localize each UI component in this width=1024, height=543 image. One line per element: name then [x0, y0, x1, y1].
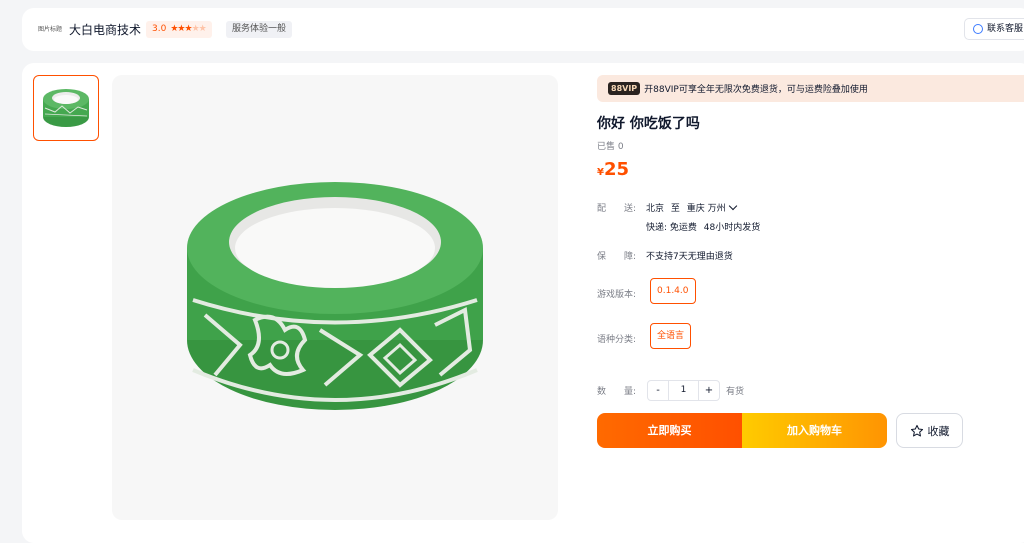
- favorite-label: 收藏: [927, 424, 950, 438]
- star-icon: ★: [191, 24, 200, 34]
- delivery-destination-label: 重庆 万州: [686, 204, 726, 214]
- product-thumbnail[interactable]: [33, 75, 99, 141]
- star-icon: ★: [198, 24, 207, 34]
- star-outline-icon: [910, 424, 923, 436]
- vip-banner[interactable]: 88VIP 开88VIP可享全年无限次免费退货，可与运费险叠加使用: [597, 75, 1024, 102]
- contact-service-button[interactable]: 联系客服: [964, 18, 1024, 40]
- product-price: ¥25: [597, 159, 629, 180]
- sold-count: 已售 0: [597, 142, 624, 152]
- vip-badge: 88VIP: [608, 82, 641, 95]
- tape-roll-image: [187, 181, 483, 410]
- delivery-shipping: 快递: 免运费 48小时内发货: [646, 220, 760, 233]
- headset-icon: [973, 24, 983, 34]
- shop-logo[interactable]: 图片标题: [38, 24, 62, 33]
- star-icon: ★: [184, 24, 192, 34]
- quantity-label: 数 量:: [597, 387, 637, 397]
- rating-stars: ★★★★★: [170, 21, 207, 38]
- favorite-button[interactable]: 收藏: [896, 413, 963, 448]
- service-tag: 服务体验一般: [226, 21, 293, 38]
- guarantee-value: 不支持7天无理由退货: [646, 252, 733, 262]
- language-option-button[interactable]: 全语言: [650, 323, 692, 349]
- shop-rating: 3.0 ★★★★★: [146, 21, 212, 38]
- delivery-destination[interactable]: 重庆 万州: [686, 201, 737, 214]
- quantity-input[interactable]: 1: [668, 381, 699, 400]
- tape-thumbnail-image: [43, 89, 89, 127]
- price-value: 25: [603, 159, 630, 180]
- dispatch-time: 48小时内发货: [703, 223, 761, 233]
- shipping-fee: 快递: 免运费: [646, 223, 697, 233]
- buy-now-button[interactable]: 立即购买: [597, 413, 742, 448]
- delivery-label: 配 送:: [597, 204, 637, 214]
- language-label: 语种分类:: [597, 335, 637, 345]
- vip-text: 开88VIP可享全年无限次免费退货，可与运费险叠加使用: [644, 85, 868, 95]
- delivery-to-word: 至: [670, 204, 680, 214]
- contact-service-label: 联系客服: [987, 24, 1024, 34]
- quantity-plus-button[interactable]: +: [699, 381, 719, 400]
- rating-score: 3.0: [152, 24, 167, 34]
- product-main-image[interactable]: [112, 75, 558, 520]
- purchase-buttons: 立即购买 加入购物车: [597, 413, 887, 448]
- delivery-from: 北京: [646, 204, 665, 214]
- chevron-down-icon: [728, 201, 737, 211]
- shop-name[interactable]: 大白电商技术: [69, 21, 141, 38]
- delivery-route: 北京 至 重庆 万州: [646, 201, 737, 214]
- quantity-minus-button[interactable]: -: [648, 381, 668, 400]
- product-panel: 88VIP 开88VIP可享全年无限次免费退货，可与运费险叠加使用 你好 你吃饭…: [22, 63, 1024, 543]
- product-title: 你好 你吃饭了吗: [597, 116, 700, 132]
- price-currency: ¥: [597, 167, 604, 178]
- version-label: 游戏版本:: [597, 290, 637, 300]
- version-option-button[interactable]: 0.1.4.0: [650, 278, 696, 304]
- quantity-stepper: - 1 +: [647, 380, 720, 401]
- shop-header: 图片标题 大白电商技术 3.0 ★★★★★ 服务体验一般 联系客服: [22, 8, 1024, 51]
- stock-status: 有货: [726, 387, 745, 397]
- guarantee-label: 保 障:: [597, 252, 637, 262]
- add-to-cart-button[interactable]: 加入购物车: [742, 413, 887, 448]
